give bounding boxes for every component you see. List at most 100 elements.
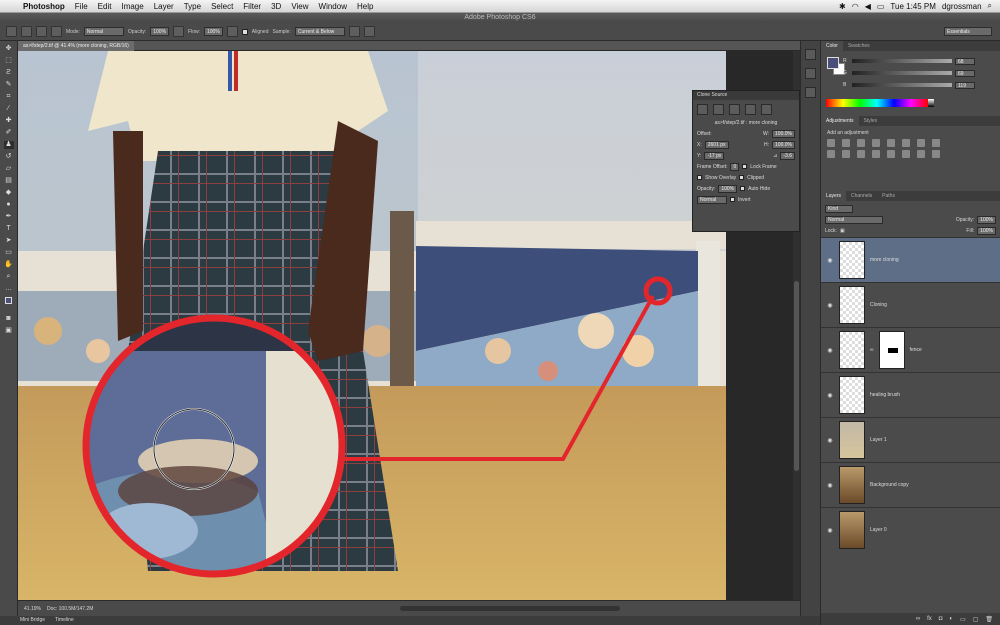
type-tool-icon[interactable]: T: [4, 225, 14, 233]
toggle-clone-source-icon[interactable]: [51, 26, 62, 37]
menu-app[interactable]: Photoshop: [18, 2, 70, 11]
layer-blend-mode[interactable]: Normal: [825, 215, 883, 224]
invert-adjust-icon[interactable]: [872, 150, 880, 158]
brush-tool-icon[interactable]: ✐: [4, 129, 14, 137]
visibility-eye-icon[interactable]: ◉: [826, 392, 834, 399]
healing-brush-tool-icon[interactable]: ✚: [4, 117, 14, 125]
lock-frame-checkbox[interactable]: [742, 164, 748, 169]
posterize-icon[interactable]: [887, 150, 895, 158]
add-mask-icon[interactable]: ◘: [939, 616, 943, 622]
clock[interactable]: Tue 1:45 PM: [890, 2, 936, 11]
doc-size[interactable]: Doc: 100.5M/147.2M: [47, 606, 93, 612]
clone-h-field[interactable]: 100.0%: [772, 140, 795, 149]
properties-panel-icon[interactable]: [805, 68, 816, 79]
clone-source-2-icon[interactable]: [713, 104, 724, 115]
color-lookup-icon[interactable]: [857, 150, 865, 158]
menu-filter[interactable]: Filter: [238, 2, 266, 11]
layer-row[interactable]: ◉ ∞ fence: [821, 327, 1000, 372]
clone-source-5-icon[interactable]: [761, 104, 772, 115]
pen-tool-icon[interactable]: ✒: [4, 213, 14, 221]
sample-select[interactable]: Current & Below: [294, 27, 345, 36]
fill-field[interactable]: 100%: [977, 226, 996, 235]
menu-3d[interactable]: 3D: [266, 2, 286, 11]
visibility-eye-icon[interactable]: ◉: [826, 482, 834, 489]
quick-mask-icon[interactable]: ◙: [4, 315, 14, 323]
green-slider[interactable]: [852, 71, 952, 75]
visibility-eye-icon[interactable]: ◉: [826, 302, 834, 309]
gradient-tool-icon[interactable]: ▤: [4, 177, 14, 185]
color-spectrum[interactable]: [826, 99, 928, 107]
pressure-size-icon[interactable]: [363, 26, 375, 37]
marquee-tool-icon[interactable]: ⬚: [4, 57, 14, 65]
menu-file[interactable]: File: [70, 2, 93, 11]
color-swatches-icon[interactable]: [4, 297, 14, 311]
layer-kind-filter[interactable]: Kind: [825, 204, 853, 213]
menu-edit[interactable]: Edit: [93, 2, 117, 11]
horizontal-scrollbar[interactable]: [400, 606, 620, 611]
clone-stamp-preset-icon[interactable]: [6, 26, 17, 37]
crop-tool-icon[interactable]: ⌗: [4, 93, 14, 101]
menu-window[interactable]: Window: [314, 2, 352, 11]
frame-offset-field[interactable]: 0: [730, 162, 740, 171]
vertical-scroll-thumb[interactable]: [794, 281, 799, 471]
blue-value[interactable]: 119: [955, 81, 975, 89]
new-group-icon[interactable]: ▭: [960, 616, 966, 623]
menu-image[interactable]: Image: [116, 2, 148, 11]
layer-row[interactable]: ◉ Cloning: [821, 282, 1000, 327]
zoom-tool-icon[interactable]: ⌕: [4, 273, 14, 281]
overlay-opacity-field[interactable]: 100%: [718, 184, 738, 193]
tab-swatches[interactable]: Swatches: [843, 41, 875, 51]
new-layer-icon[interactable]: ▢: [973, 616, 979, 623]
tab-paths[interactable]: Paths: [877, 191, 900, 201]
airbrush-icon[interactable]: [226, 26, 238, 37]
tab-styles[interactable]: Styles: [859, 116, 883, 126]
grayscale-ramp[interactable]: [928, 99, 934, 107]
selective-color-icon[interactable]: [932, 150, 940, 158]
layer-row[interactable]: ◉ more cloning: [821, 237, 1000, 282]
overlay-blend-select[interactable]: Normal: [697, 195, 727, 204]
pressure-opacity-icon[interactable]: [173, 26, 185, 37]
menu-help[interactable]: Help: [352, 2, 378, 11]
link-icon[interactable]: ∞: [870, 347, 874, 353]
tab-adjustments[interactable]: Adjustments: [821, 116, 859, 126]
dodge-tool-icon[interactable]: ●: [4, 201, 14, 209]
levels-icon[interactable]: [842, 139, 850, 147]
clone-x-field[interactable]: 2601 px: [704, 140, 729, 149]
new-adjustment-icon[interactable]: ◐: [949, 616, 953, 622]
toggle-brush-panel-icon[interactable]: [36, 26, 47, 37]
curves-icon[interactable]: [857, 139, 865, 147]
eraser-tool-icon[interactable]: ▱: [4, 165, 14, 173]
wifi-icon[interactable]: ◠: [852, 2, 859, 11]
clone-source-4-icon[interactable]: [745, 104, 756, 115]
color-balance-icon[interactable]: [917, 139, 925, 147]
aligned-checkbox[interactable]: [241, 28, 248, 35]
auto-hide-checkbox[interactable]: [740, 186, 746, 191]
black-white-icon[interactable]: [932, 139, 940, 147]
clone-stamp-tool-icon[interactable]: ♟: [3, 141, 14, 149]
visibility-eye-icon[interactable]: ◉: [826, 347, 834, 354]
tab-mini-bridge[interactable]: Mini Bridge: [20, 616, 45, 625]
history-panel-icon[interactable]: [805, 49, 816, 60]
clone-source-panel-icon[interactable]: [805, 87, 816, 98]
red-value[interactable]: 68: [955, 57, 975, 65]
shape-tool-icon[interactable]: ▭: [4, 249, 14, 257]
hand-tool-icon[interactable]: ✋: [4, 261, 14, 269]
photo-filter-icon[interactable]: [827, 150, 835, 158]
battery-icon[interactable]: ▭: [877, 2, 885, 11]
ignore-adjustment-icon[interactable]: [348, 26, 360, 37]
link-layers-icon[interactable]: ∞: [916, 616, 920, 622]
clipped-checkbox[interactable]: [739, 175, 745, 180]
hue-saturation-icon[interactable]: [902, 139, 910, 147]
mode-select[interactable]: Normal: [83, 27, 124, 36]
clone-w-field[interactable]: 100.0%: [772, 129, 795, 138]
layer-mask-thumbnail[interactable]: [878, 331, 905, 369]
tab-timeline[interactable]: Timeline: [55, 616, 74, 625]
lock-icon[interactable]: ▣: [840, 228, 845, 234]
zoom-level[interactable]: 41.19%: [24, 606, 41, 612]
flow-field[interactable]: 100%: [204, 27, 223, 36]
layer-row[interactable]: ◉ Background copy: [821, 462, 1000, 507]
tab-layers[interactable]: Layers: [821, 191, 847, 201]
delete-layer-icon[interactable]: 🗑: [985, 616, 993, 623]
tab-channels[interactable]: Channels: [846, 191, 877, 201]
layer-opacity-field[interactable]: 100%: [977, 215, 996, 224]
